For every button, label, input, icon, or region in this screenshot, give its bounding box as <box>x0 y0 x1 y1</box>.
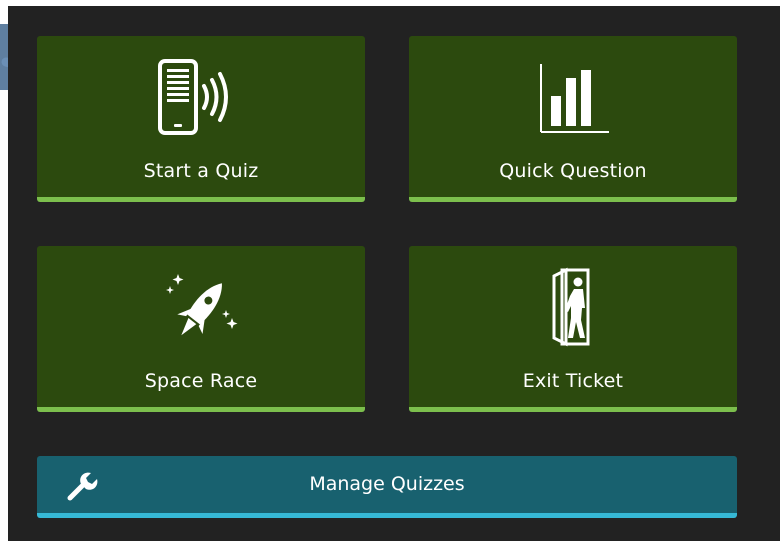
exit-ticket-label: Exit Ticket <box>522 370 624 392</box>
exit-door-icon <box>409 266 737 350</box>
manage-quizzes-button[interactable]: Manage Quizzes <box>37 456 737 518</box>
tablet-broadcast-icon <box>37 56 365 140</box>
space-race-tile[interactable]: Space Race <box>37 246 365 412</box>
rocket-icon <box>37 266 365 350</box>
quick-question-tile[interactable]: Quick Question <box>409 36 737 202</box>
space-race-label: Space Race <box>144 370 258 392</box>
start-quiz-label: Start a Quiz <box>143 160 259 182</box>
manage-quizzes-label: Manage Quizzes <box>309 473 465 495</box>
exit-ticket-tile[interactable]: Exit Ticket <box>409 246 737 412</box>
bar-chart-icon <box>409 56 737 140</box>
quick-question-label: Quick Question <box>499 160 647 182</box>
start-quiz-tile[interactable]: Start a Quiz <box>37 36 365 202</box>
